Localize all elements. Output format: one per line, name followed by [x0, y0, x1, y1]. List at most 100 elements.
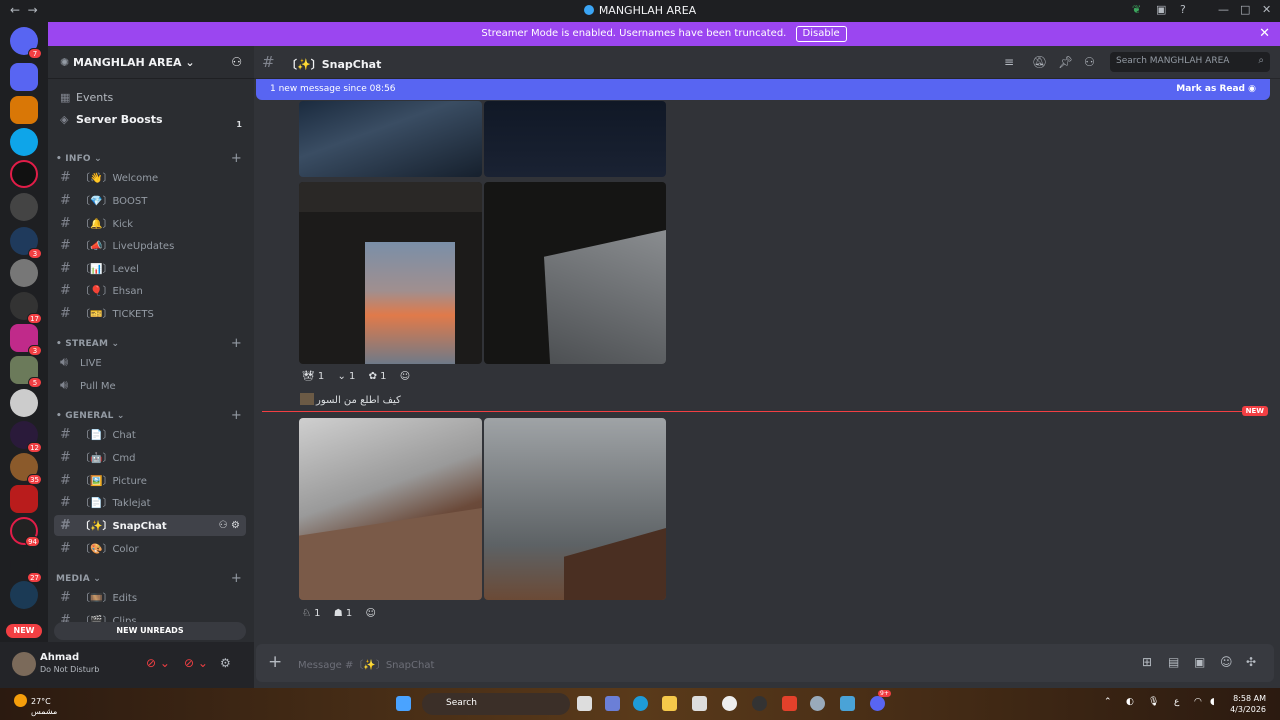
member-list-icon[interactable]: ⚇	[1084, 55, 1095, 69]
channel-kick[interactable]: # 〔🔔〕Kick	[54, 213, 246, 234]
gear-app-icon[interactable]	[810, 696, 825, 711]
reaction-drop[interactable]: ⌄ 1	[337, 371, 355, 382]
notifications-muted-icon[interactable]: 🔕︎	[1032, 55, 1047, 69]
server-icon-6[interactable]	[10, 259, 38, 287]
channel-boost[interactable]: # 〔💎〕BOOST	[54, 190, 246, 211]
weather-widget[interactable]: 27°C مشمس	[14, 694, 57, 716]
copilot-icon[interactable]	[605, 696, 620, 711]
channel-tickets[interactable]: # 〔🎫〕TICKETS	[54, 303, 246, 324]
category-stream[interactable]: • STREAM ⌄ +	[56, 336, 246, 351]
gear-icon[interactable]: ⚙	[231, 520, 240, 531]
new-servers-pill[interactable]: NEW	[6, 624, 42, 638]
sticker-icon[interactable]: ▣	[1194, 655, 1205, 669]
server-icon-15[interactable]: 27	[10, 551, 42, 583]
channel-level[interactable]: # 〔📊〕Level	[54, 258, 246, 279]
clock[interactable]: 8:58 AM 4/3/2026	[1230, 693, 1266, 715]
category-info[interactable]: • INFO ⌄ +	[56, 151, 246, 166]
add-channel-icon[interactable]: +	[231, 336, 242, 351]
invite-people-icon[interactable]: ⚇	[231, 55, 242, 69]
close-banner-icon[interactable]: ✕	[1259, 22, 1270, 46]
server-icon-7[interactable]: 17	[10, 292, 42, 324]
file-explorer-icon[interactable]	[662, 696, 677, 711]
photo-cloudy-sky-building[interactable]	[484, 418, 666, 600]
volume-icon[interactable]: ◖	[1210, 697, 1215, 707]
channel-taklejat[interactable]: # 〔📄〕Taklejat	[54, 492, 246, 513]
server-boosts-item[interactable]: ◈ Server Boosts 1	[56, 110, 246, 130]
search-input[interactable]: Search MANGHLAH AREA ⌕	[1110, 52, 1270, 72]
photo-sky-clouds-1[interactable]	[299, 101, 482, 177]
mark-as-read-button[interactable]: Mark as Read ◉	[1176, 79, 1256, 100]
brave-icon[interactable]	[782, 696, 797, 711]
server-icon-14[interactable]: 94	[10, 517, 40, 547]
server-icon-16[interactable]	[10, 581, 38, 609]
home-discord-icon[interactable]: 7	[10, 27, 42, 59]
channel-picture[interactable]: # 〔🖼️〕Picture	[54, 470, 246, 491]
inbox-icon[interactable]: ▣	[1156, 3, 1166, 16]
reaction-crown[interactable]: 👑︎ 1	[302, 371, 324, 382]
taskbar-search[interactable]: Search	[422, 693, 570, 715]
server-icon-gamepad[interactable]	[10, 128, 38, 156]
photos-icon[interactable]	[840, 696, 855, 711]
channel-chat[interactable]: # 〔📄〕Chat	[54, 424, 246, 445]
server-icon-9[interactable]: 5	[10, 356, 42, 388]
server-folder-icon[interactable]	[10, 63, 38, 91]
task-view-icon[interactable]	[577, 696, 592, 711]
app-icon[interactable]	[752, 696, 767, 711]
pin-icon[interactable]: 📌︎	[1058, 55, 1073, 69]
photo-window-sunset[interactable]	[299, 182, 482, 364]
photo-dark-sky[interactable]	[484, 101, 666, 177]
server-icon-8[interactable]: 3	[10, 324, 42, 356]
message-input[interactable]: Message #〔✨〕SnapChat	[298, 656, 434, 671]
add-reaction-icon[interactable]: ☺	[400, 371, 410, 382]
start-windows-icon[interactable]	[396, 696, 411, 711]
server-icon-aw[interactable]	[10, 96, 38, 124]
server-icon-13[interactable]	[10, 485, 38, 513]
server-name-header[interactable]: ✺ MANGHLAH AREA ⌄ ⚇	[48, 46, 254, 79]
add-channel-icon[interactable]: +	[231, 151, 242, 166]
close-window-icon[interactable]: ✕	[1262, 3, 1271, 16]
wifi-icon[interactable]: ◠	[1194, 697, 1202, 707]
category-media[interactable]: MEDIA ⌄ +	[56, 571, 246, 586]
add-channel-icon[interactable]: +	[231, 571, 242, 586]
threads-icon[interactable]: ≡	[1004, 55, 1014, 69]
edge-icon[interactable]	[633, 696, 648, 711]
voice-channel-live[interactable]: 🔊︎ LIVE	[54, 352, 246, 373]
language-indicator[interactable]: ع	[1174, 697, 1179, 707]
deafen-icon[interactable]: ⊘ ⌄	[184, 656, 208, 670]
channel-ehsan[interactable]: # 〔🎈〕Ehsan	[54, 280, 246, 301]
photo-building-sign[interactable]	[299, 418, 482, 600]
mute-mic-icon[interactable]: ⊘ ⌄	[146, 656, 170, 670]
server-icon-10[interactable]	[10, 389, 38, 417]
events-item[interactable]: ▦ Events	[56, 88, 246, 108]
new-messages-bar[interactable]: 1 new message since 08:56 Mark as Read ◉	[256, 79, 1270, 100]
emoji-icon[interactable]: ☺	[1220, 655, 1233, 669]
channel-welcome[interactable]: # 〔👋〕Welcome	[54, 167, 246, 188]
minimize-icon[interactable]: —	[1218, 3, 1229, 16]
gif-icon[interactable]: ▤	[1168, 655, 1179, 669]
reaction-sparkle[interactable]: ✿ 1	[369, 371, 387, 382]
leaf-icon[interactable]: ❦	[1132, 3, 1141, 16]
disable-button[interactable]: Disable	[795, 26, 847, 42]
settings-app-icon[interactable]	[722, 696, 737, 711]
channel-snapchat[interactable]: # 〔✨〕SnapChat ⚇ ⚙	[54, 515, 246, 536]
apps-icon[interactable]: ✣	[1246, 655, 1256, 669]
server-icon-4[interactable]	[10, 193, 38, 221]
maximize-icon[interactable]: □	[1240, 3, 1250, 16]
message-composer[interactable]: + Message #〔✨〕SnapChat ⊞ ▤ ▣ ☺ ✣	[256, 644, 1274, 682]
channel-color[interactable]: # 〔🎨〕Color	[54, 538, 246, 559]
new-unreads-pill[interactable]: NEW UNREADS	[54, 622, 246, 640]
help-icon[interactable]: ?	[1180, 3, 1186, 16]
server-icon-11[interactable]: 12	[10, 421, 42, 453]
mic-icon[interactable]: 🎙︎	[1148, 697, 1159, 707]
chevron-up-icon[interactable]: ⌃	[1104, 697, 1112, 707]
gift-icon[interactable]: ⊞	[1142, 655, 1152, 669]
photo-window-clouds[interactable]	[484, 182, 666, 364]
attach-plus-icon[interactable]: +	[268, 652, 282, 672]
server-icon-5[interactable]: 3	[10, 227, 42, 259]
discord-taskbar-icon[interactable]: 9+	[870, 690, 891, 711]
channel-cmd[interactable]: # 〔🤖〕Cmd	[54, 447, 246, 468]
tray-app-icon[interactable]: ◐	[1126, 697, 1134, 707]
channel-edits[interactable]: # 〔🎞️〕Edits	[54, 587, 246, 608]
server-icon-sky[interactable]	[10, 160, 38, 188]
category-general[interactable]: • GENERAL ⌄ +	[56, 408, 246, 423]
